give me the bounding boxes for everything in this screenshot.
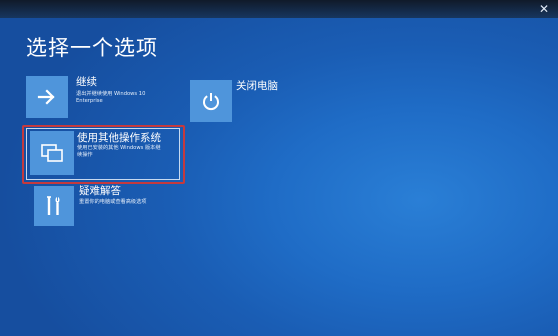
option-shutdown-tile <box>190 80 232 122</box>
option-continue-desc-line2: Enterprise <box>76 98 103 104</box>
option-other-os[interactable]: 使用其他操作系统 使用已安装的其他 Windows 版本继 续操作 <box>30 131 178 177</box>
power-icon <box>203 93 219 110</box>
page-title: 选择一个选项 <box>26 36 158 60</box>
close-icon: ✕ <box>538 2 550 16</box>
close-button[interactable]: ✕ <box>536 1 552 17</box>
option-continue-title: 继续 <box>76 76 97 88</box>
option-other-os-desc-line1: 使用已安装的其他 Windows 版本继 <box>77 145 161 151</box>
option-shutdown-title: 关闭电脑 <box>236 80 278 92</box>
option-shutdown[interactable]: 关闭电脑 <box>190 80 300 122</box>
option-troubleshoot-title: 疑难解答 <box>79 185 121 197</box>
option-other-os-desc-line2: 续操作 <box>77 152 93 158</box>
option-troubleshoot-tile <box>34 186 74 226</box>
option-other-os-title: 使用其他操作系统 <box>77 132 161 144</box>
option-continue-tile <box>26 76 68 118</box>
option-continue[interactable]: 继续 退出并继续使用 Windows 10 Enterprise <box>26 76 186 118</box>
window-top-bar: ✕ <box>0 0 558 18</box>
option-continue-desc-line1: 退出并继续使用 Windows 10 <box>76 91 146 97</box>
recovery-screen: ✕ 选择一个选项 继续 退出并继续使用 Windows 10 Enterpris… <box>0 0 558 336</box>
option-troubleshoot[interactable]: 疑难解答 重置你的电脑或查看高级选项 <box>34 185 194 228</box>
windows-stack-icon <box>41 144 63 162</box>
option-troubleshoot-desc-line1: 重置你的电脑或查看高级选项 <box>79 199 147 205</box>
arrow-right-icon <box>37 89 55 105</box>
tools-icon <box>47 196 60 215</box>
option-other-os-tile <box>30 131 74 175</box>
